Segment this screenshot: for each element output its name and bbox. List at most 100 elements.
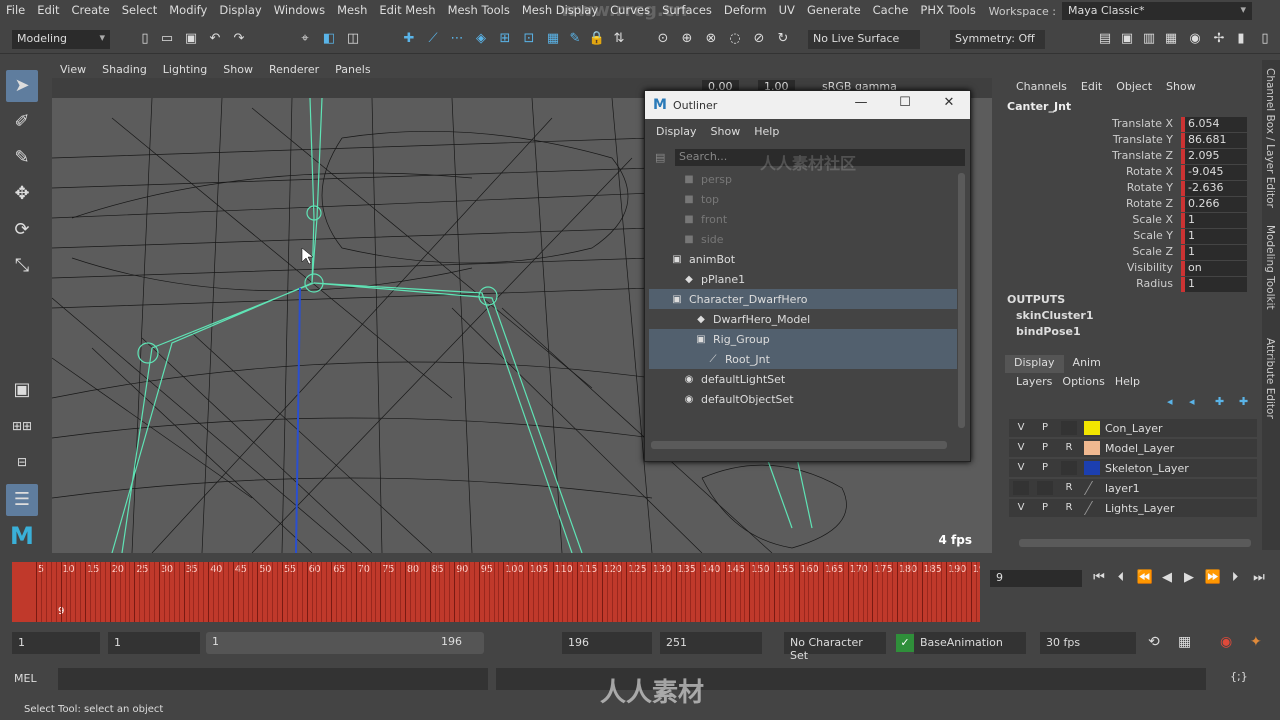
snap-point-icon[interactable]: ⋯ xyxy=(448,30,466,48)
range-slider[interactable]: 1 196 xyxy=(206,632,484,654)
time-slider[interactable]: 9 51015202530354045505560657075808590951… xyxy=(12,562,980,622)
command-input[interactable] xyxy=(58,668,488,690)
go-to-end-icon[interactable]: ⏭ xyxy=(1250,570,1268,585)
step-back-key-icon[interactable]: ⏴ xyxy=(1112,570,1130,585)
redo-icon[interactable]: ↷ xyxy=(230,30,248,48)
io-icon[interactable]: ⇅ xyxy=(610,30,628,48)
menu-item[interactable]: Modify xyxy=(163,3,213,17)
step-back-frame-icon[interactable]: ⏪ xyxy=(1136,570,1154,585)
auto-key-icon[interactable]: ▦ xyxy=(1178,634,1191,650)
output-node[interactable]: skinCluster1 xyxy=(1016,309,1093,322)
go-to-start-icon[interactable]: ⏮ xyxy=(1090,570,1108,585)
layer-toggle-r[interactable] xyxy=(1061,421,1077,435)
select-tool-icon[interactable]: ➤ xyxy=(6,70,38,102)
new-scene-icon[interactable]: ▯ xyxy=(136,30,154,48)
layer-toggle-v[interactable]: V xyxy=(1013,421,1029,435)
minimize-icon[interactable]: — xyxy=(851,95,871,110)
menu-set-dropdown[interactable]: Modeling xyxy=(12,30,110,49)
menu-item[interactable]: Deform xyxy=(718,3,773,17)
symmetry-dropdown[interactable]: Symmetry: Off xyxy=(950,30,1045,49)
layer-toggle-v[interactable]: V xyxy=(1013,501,1029,515)
attribute-value[interactable]: 1 xyxy=(1181,277,1247,292)
soft-select-icon[interactable]: ◌ xyxy=(726,30,744,48)
rotate-tool-icon[interactable]: ⟳ xyxy=(6,214,38,246)
attribute-row[interactable]: Radius 1 xyxy=(1005,277,1255,293)
menu-item[interactable]: Generate xyxy=(801,3,867,17)
attribute-row[interactable]: Scale Y 1 xyxy=(1005,229,1255,245)
viewport-menu-item[interactable]: Panels xyxy=(327,63,378,76)
attribute-value[interactable]: 1 xyxy=(1181,229,1247,244)
attribute-value[interactable]: 0.266 xyxy=(1181,197,1247,212)
channel-box-menu-item[interactable]: Object xyxy=(1109,80,1159,93)
layer-color-swatch[interactable] xyxy=(1083,501,1101,515)
layer-toggle-v[interactable] xyxy=(1013,481,1029,495)
menu-item[interactable]: Windows xyxy=(268,3,331,17)
panel-toggle-icon[interactable]: ▮ xyxy=(1232,30,1250,48)
step-forward-frame-icon[interactable]: ⏩ xyxy=(1204,570,1222,585)
snap-surface-icon[interactable]: ◈ xyxy=(472,30,490,48)
start-time-field[interactable]: 1 xyxy=(12,632,100,654)
layer-toggle-r[interactable] xyxy=(1061,461,1077,475)
attribute-value[interactable]: 1 xyxy=(1181,245,1247,260)
move-tool-icon[interactable]: ✥ xyxy=(6,178,38,210)
layer-toggle-r[interactable]: R xyxy=(1061,501,1077,515)
attribute-row[interactable]: Rotate X -9.045 xyxy=(1005,165,1255,181)
layer-color-swatch[interactable] xyxy=(1083,481,1101,495)
script-editor-icon[interactable]: {;} xyxy=(1230,670,1248,683)
layer-row[interactable]: V P R Model_Layer xyxy=(1009,439,1257,457)
layer-row[interactable]: V P R Lights_Layer xyxy=(1009,499,1257,517)
layer-menu-item[interactable]: Help xyxy=(1110,375,1145,388)
layer-toggle-p[interactable]: P xyxy=(1037,441,1053,455)
construction-history-icon[interactable]: ✎ xyxy=(566,30,584,48)
anim-start-field[interactable]: 1 xyxy=(108,632,200,654)
tab-attribute-editor[interactable]: Attribute Editor xyxy=(1264,338,1276,419)
layer-toggle-p[interactable]: P xyxy=(1037,421,1053,435)
viewport-menu-item[interactable]: Show xyxy=(215,63,261,76)
outliner-item[interactable]: ◆ pPlane1 xyxy=(649,269,957,289)
four-view-icon[interactable]: ⊞⊞ xyxy=(6,410,38,442)
outliner-menu-item[interactable]: Display xyxy=(649,125,704,138)
viewport-menu-item[interactable]: Shading xyxy=(94,63,155,76)
open-scene-icon[interactable]: ▭ xyxy=(158,30,176,48)
render-settings-icon[interactable]: ▦ xyxy=(1162,30,1180,48)
layer-toggle-v[interactable]: V xyxy=(1013,441,1029,455)
workspace-dropdown[interactable]: Maya Classic* xyxy=(1062,2,1252,20)
lasso-tool-icon[interactable]: ✐ xyxy=(6,106,38,138)
play-backwards-icon[interactable]: ◀ xyxy=(1158,570,1176,585)
menu-item[interactable]: UV xyxy=(773,3,801,17)
layer-menu-item[interactable]: Options xyxy=(1057,375,1109,388)
new-layer-icon[interactable]: ✚ xyxy=(1215,395,1224,408)
layer-toggle-v[interactable]: V xyxy=(1013,461,1029,475)
attribute-row[interactable]: Visibility on xyxy=(1005,261,1255,277)
attribute-value[interactable]: 1 xyxy=(1181,213,1247,228)
render-region-icon[interactable]: ▦ xyxy=(544,30,562,48)
outliner-item[interactable]: ◉ defaultLightSet xyxy=(649,369,957,389)
anim-layer-dropdown[interactable]: BaseAnimation xyxy=(914,632,1026,654)
output-node[interactable]: bindPose1 xyxy=(1016,325,1081,338)
menu-item[interactable]: Display xyxy=(213,3,267,17)
layer-toggle-p[interactable] xyxy=(1037,481,1053,495)
outliner-item[interactable]: ■ side xyxy=(649,229,957,249)
menu-item[interactable]: Cache xyxy=(867,3,915,17)
outliner-item[interactable]: ▣ animBot xyxy=(649,249,957,269)
magnet-icon[interactable]: ⊗ xyxy=(702,30,720,48)
viewport-menu-item[interactable]: Lighting xyxy=(155,63,215,76)
new-layer-selected-icon[interactable]: ✚ xyxy=(1239,395,1248,408)
viewport-menu-item[interactable]: View xyxy=(52,63,94,76)
snap-view-icon[interactable]: ⊞ xyxy=(496,30,514,48)
paint-select-tool-icon[interactable]: ✎ xyxy=(6,142,38,174)
outliner-item[interactable]: ◉ defaultObjectSet xyxy=(649,389,957,409)
fps-dropdown[interactable]: 30 fps xyxy=(1040,632,1136,654)
outliner-item[interactable]: ■ top xyxy=(649,189,957,209)
menu-item[interactable]: PHX Tools xyxy=(914,3,981,17)
channel-box-menu-item[interactable]: Channels xyxy=(1009,80,1074,93)
menu-item[interactable]: Select xyxy=(116,3,163,17)
outliner-menu-item[interactable]: Help xyxy=(747,125,786,138)
undo-icon[interactable]: ↶ xyxy=(206,30,224,48)
layer-toggle-r[interactable]: R xyxy=(1061,481,1077,495)
menu-item[interactable]: File xyxy=(0,3,31,17)
hypershade-icon[interactable]: ◉ xyxy=(1186,30,1204,48)
anim-end-field[interactable]: 251 xyxy=(660,632,762,654)
outliner-layout-icon[interactable]: ☰ xyxy=(6,484,38,516)
lasso-icon[interactable]: ⊙ xyxy=(654,30,672,48)
